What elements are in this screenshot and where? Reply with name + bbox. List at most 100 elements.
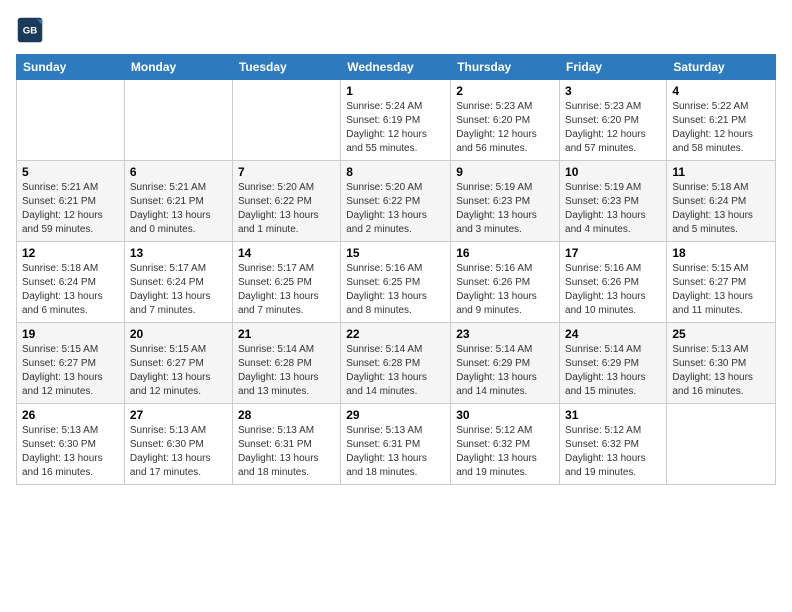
calendar-cell: 10 Sunrise: 5:19 AM Sunset: 6:23 PM Dayli…: [560, 161, 667, 242]
calendar-cell: 27 Sunrise: 5:13 AM Sunset: 6:30 PM Dayli…: [124, 404, 232, 485]
day-number: 17: [565, 246, 661, 260]
day-number: 2: [456, 84, 554, 98]
calendar-cell: 4 Sunrise: 5:22 AM Sunset: 6:21 PM Daylig…: [667, 80, 776, 161]
calendar-cell: [124, 80, 232, 161]
day-number: 31: [565, 408, 661, 422]
day-number: 6: [130, 165, 227, 179]
day-info: Sunrise: 5:23 AM Sunset: 6:20 PM Dayligh…: [456, 100, 554, 156]
day-number: 3: [565, 84, 661, 98]
calendar-week-row: 19 Sunrise: 5:15 AM Sunset: 6:27 PM Dayli…: [17, 323, 776, 404]
day-number: 27: [130, 408, 227, 422]
calendar-week-row: 12 Sunrise: 5:18 AM Sunset: 6:24 PM Dayli…: [17, 242, 776, 323]
day-info: Sunrise: 5:19 AM Sunset: 6:23 PM Dayligh…: [456, 181, 554, 237]
calendar-cell: 29Sunrise: 5:13 AM Sunset: 6:31 PM Dayli…: [341, 404, 451, 485]
day-info: Sunrise: 5:18 AM Sunset: 6:24 PM Dayligh…: [22, 262, 119, 318]
calendar-cell: 5Sunrise: 5:21 AM Sunset: 6:21 PM Daylig…: [17, 161, 125, 242]
day-header-monday: Monday: [124, 55, 232, 80]
calendar-cell: 9 Sunrise: 5:19 AM Sunset: 6:23 PM Daylig…: [451, 161, 560, 242]
calendar-cell: 26 Sunrise: 5:13 AM Sunset: 6:30 PM Dayli…: [17, 404, 125, 485]
calendar-cell: 15 Sunrise: 5:16 AM Sunset: 6:25 PM Dayli…: [341, 242, 451, 323]
day-header-sunday: Sunday: [17, 55, 125, 80]
calendar-cell: 7Sunrise: 5:20 AM Sunset: 6:22 PM Daylig…: [232, 161, 340, 242]
calendar-week-row: 5Sunrise: 5:21 AM Sunset: 6:21 PM Daylig…: [17, 161, 776, 242]
day-number: 8: [346, 165, 445, 179]
day-number: 24: [565, 327, 661, 341]
calendar-cell: 19 Sunrise: 5:15 AM Sunset: 6:27 PM Dayli…: [17, 323, 125, 404]
calendar-cell: 31Sunrise: 5:12 AM Sunset: 6:32 PM Dayli…: [560, 404, 667, 485]
svg-text:GB: GB: [23, 26, 37, 37]
calendar-cell: 28 Sunrise: 5:13 AM Sunset: 6:31 PM Dayli…: [232, 404, 340, 485]
page-header: GB: [16, 16, 776, 44]
day-info: Sunrise: 5:17 AM Sunset: 6:25 PM Dayligh…: [238, 262, 335, 318]
day-number: 21: [238, 327, 335, 341]
logo-icon: GB: [16, 16, 44, 44]
day-info: Sunrise: 5:13 AM Sunset: 6:30 PM Dayligh…: [672, 343, 770, 399]
day-header-friday: Friday: [560, 55, 667, 80]
day-info: Sunrise: 5:23 AM Sunset: 6:20 PM Dayligh…: [565, 100, 661, 156]
day-number: 14: [238, 246, 335, 260]
day-info: Sunrise: 5:22 AM Sunset: 6:21 PM Dayligh…: [672, 100, 770, 156]
day-number: 28: [238, 408, 335, 422]
day-info: Sunrise: 5:14 AM Sunset: 6:29 PM Dayligh…: [456, 343, 554, 399]
day-header-saturday: Saturday: [667, 55, 776, 80]
day-number: 18: [672, 246, 770, 260]
calendar-cell: 30 Sunrise: 5:12 AM Sunset: 6:32 PM Dayli…: [451, 404, 560, 485]
calendar-cell: 17Sunrise: 5:16 AM Sunset: 6:26 PM Dayli…: [560, 242, 667, 323]
day-info: Sunrise: 5:13 AM Sunset: 6:31 PM Dayligh…: [346, 424, 445, 480]
day-number: 23: [456, 327, 554, 341]
day-info: Sunrise: 5:20 AM Sunset: 6:22 PM Dayligh…: [238, 181, 335, 237]
calendar-cell: [667, 404, 776, 485]
calendar-cell: 6 Sunrise: 5:21 AM Sunset: 6:21 PM Daylig…: [124, 161, 232, 242]
logo: GB: [16, 16, 48, 44]
calendar-cell: 21 Sunrise: 5:14 AM Sunset: 6:28 PM Dayli…: [232, 323, 340, 404]
day-number: 15: [346, 246, 445, 260]
calendar-cell: 8 Sunrise: 5:20 AM Sunset: 6:22 PM Daylig…: [341, 161, 451, 242]
day-info: Sunrise: 5:19 AM Sunset: 6:23 PM Dayligh…: [565, 181, 661, 237]
day-number: 13: [130, 246, 227, 260]
calendar-cell: 1Sunrise: 5:24 AM Sunset: 6:19 PM Daylig…: [341, 80, 451, 161]
calendar-cell: 20 Sunrise: 5:15 AM Sunset: 6:27 PM Dayli…: [124, 323, 232, 404]
calendar-cell: 23 Sunrise: 5:14 AM Sunset: 6:29 PM Dayli…: [451, 323, 560, 404]
day-info: Sunrise: 5:13 AM Sunset: 6:30 PM Dayligh…: [22, 424, 119, 480]
day-number: 22: [346, 327, 445, 341]
day-info: Sunrise: 5:20 AM Sunset: 6:22 PM Dayligh…: [346, 181, 445, 237]
day-info: Sunrise: 5:13 AM Sunset: 6:30 PM Dayligh…: [130, 424, 227, 480]
calendar-header-row: SundayMondayTuesdayWednesdayThursdayFrid…: [17, 55, 776, 80]
day-header-wednesday: Wednesday: [341, 55, 451, 80]
day-number: 12: [22, 246, 119, 260]
calendar-cell: 3 Sunrise: 5:23 AM Sunset: 6:20 PM Daylig…: [560, 80, 667, 161]
day-info: Sunrise: 5:17 AM Sunset: 6:24 PM Dayligh…: [130, 262, 227, 318]
calendar-cell: 12 Sunrise: 5:18 AM Sunset: 6:24 PM Dayli…: [17, 242, 125, 323]
day-info: Sunrise: 5:15 AM Sunset: 6:27 PM Dayligh…: [22, 343, 119, 399]
day-info: Sunrise: 5:15 AM Sunset: 6:27 PM Dayligh…: [672, 262, 770, 318]
calendar-cell: 14 Sunrise: 5:17 AM Sunset: 6:25 PM Dayli…: [232, 242, 340, 323]
day-header-tuesday: Tuesday: [232, 55, 340, 80]
day-number: 25: [672, 327, 770, 341]
day-info: Sunrise: 5:14 AM Sunset: 6:29 PM Dayligh…: [565, 343, 661, 399]
calendar-cell: 18 Sunrise: 5:15 AM Sunset: 6:27 PM Dayli…: [667, 242, 776, 323]
day-number: 4: [672, 84, 770, 98]
day-number: 11: [672, 165, 770, 179]
day-info: Sunrise: 5:15 AM Sunset: 6:27 PM Dayligh…: [130, 343, 227, 399]
day-info: Sunrise: 5:14 AM Sunset: 6:28 PM Dayligh…: [346, 343, 445, 399]
day-info: Sunrise: 5:14 AM Sunset: 6:28 PM Dayligh…: [238, 343, 335, 399]
calendar-cell: 11Sunrise: 5:18 AM Sunset: 6:24 PM Dayli…: [667, 161, 776, 242]
calendar-cell: 25 Sunrise: 5:13 AM Sunset: 6:30 PM Dayli…: [667, 323, 776, 404]
day-info: Sunrise: 5:12 AM Sunset: 6:32 PM Dayligh…: [456, 424, 554, 480]
day-info: Sunrise: 5:24 AM Sunset: 6:19 PM Dayligh…: [346, 100, 445, 156]
calendar-cell: 24 Sunrise: 5:14 AM Sunset: 6:29 PM Dayli…: [560, 323, 667, 404]
calendar-cell: 13 Sunrise: 5:17 AM Sunset: 6:24 PM Dayli…: [124, 242, 232, 323]
day-number: 30: [456, 408, 554, 422]
calendar-week-row: 26 Sunrise: 5:13 AM Sunset: 6:30 PM Dayli…: [17, 404, 776, 485]
day-header-thursday: Thursday: [451, 55, 560, 80]
day-number: 26: [22, 408, 119, 422]
day-number: 19: [22, 327, 119, 341]
day-number: 10: [565, 165, 661, 179]
day-number: 9: [456, 165, 554, 179]
day-info: Sunrise: 5:21 AM Sunset: 6:21 PM Dayligh…: [130, 181, 227, 237]
day-number: 20: [130, 327, 227, 341]
day-number: 16: [456, 246, 554, 260]
day-info: Sunrise: 5:16 AM Sunset: 6:25 PM Dayligh…: [346, 262, 445, 318]
day-info: Sunrise: 5:13 AM Sunset: 6:31 PM Dayligh…: [238, 424, 335, 480]
calendar-cell: 16Sunrise: 5:16 AM Sunset: 6:26 PM Dayli…: [451, 242, 560, 323]
